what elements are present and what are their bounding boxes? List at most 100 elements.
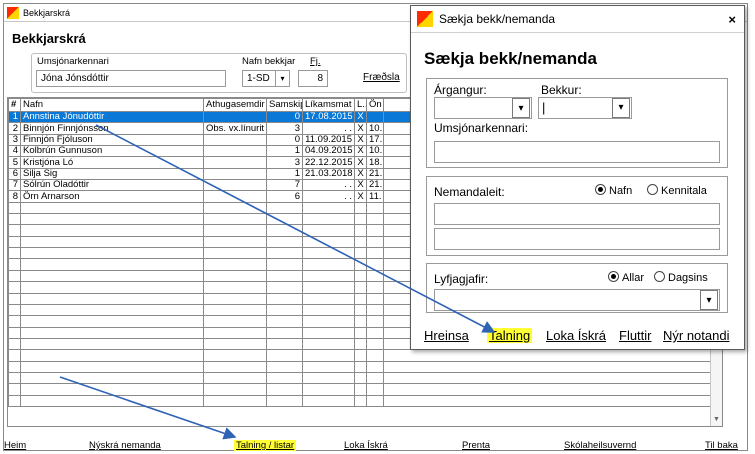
cell-on[interactable]: 21. (366, 179, 384, 192)
cell-empty[interactable] (8, 224, 21, 237)
chevron-down-icon[interactable]: ▾ (512, 98, 530, 118)
scroll-down-icon[interactable]: ▼ (711, 414, 722, 426)
cell-empty[interactable] (354, 224, 367, 237)
cell-empty[interactable] (20, 269, 204, 283)
cell-empty[interactable] (302, 201, 355, 215)
chevron-down-icon[interactable]: ▾ (612, 98, 630, 118)
cell-empty[interactable] (266, 349, 303, 362)
radio-kennitala[interactable]: Kennitala (647, 184, 707, 197)
cell-empty[interactable] (8, 360, 21, 373)
radio-selected-icon[interactable] (608, 271, 619, 282)
til-baka-link[interactable]: Til baka (705, 440, 738, 451)
cell-empty[interactable] (203, 394, 267, 407)
cell-empty[interactable] (203, 349, 267, 362)
cell-empty[interactable] (266, 269, 303, 283)
cell-empty[interactable] (383, 383, 712, 396)
cell-empty[interactable] (354, 371, 367, 385)
umsjon-input[interactable] (434, 141, 720, 163)
talning-listar-link[interactable]: Talning / listar (234, 440, 297, 451)
cell-empty[interactable] (203, 315, 267, 328)
cell-name[interactable]: Binnjón Finnjónsson (20, 122, 204, 135)
cell-empty[interactable] (203, 326, 267, 339)
cell-empty[interactable] (20, 360, 204, 373)
cell-empty[interactable] (266, 247, 303, 260)
cell-empty[interactable] (302, 258, 355, 271)
cell-empty[interactable] (20, 235, 204, 249)
loka-iskra-link[interactable]: Loka Ískrá (344, 440, 388, 451)
cell-n[interactable]: 2 (8, 122, 21, 135)
cell-empty[interactable] (20, 201, 204, 215)
prenta-link[interactable]: Prenta (462, 440, 490, 451)
chevron-down-icon[interactable]: ▾ (700, 290, 718, 310)
cell-empty[interactable] (203, 281, 267, 294)
nyr-notandi-link[interactable]: Nýr notandi (663, 328, 729, 343)
cell-sam[interactable]: 7 (266, 179, 303, 192)
cell-empty[interactable] (266, 281, 303, 294)
cell-empty[interactable] (203, 337, 267, 351)
cell-empty[interactable] (302, 315, 355, 328)
cell-empty[interactable] (366, 303, 384, 317)
cell-empty[interactable] (20, 337, 204, 351)
cell-empty[interactable] (354, 292, 367, 305)
cell-empty[interactable] (266, 235, 303, 249)
radio-allar[interactable]: Allar (608, 271, 644, 284)
cell-empty[interactable] (354, 201, 367, 215)
cell-empty[interactable] (383, 349, 712, 362)
cell-name[interactable]: Sólrún Óladóttir (20, 179, 204, 192)
cell-n[interactable]: 5 (8, 156, 21, 169)
cell-note[interactable] (203, 145, 267, 158)
cell-empty[interactable] (366, 235, 384, 249)
cell-n[interactable]: 4 (8, 145, 21, 158)
cell-on[interactable]: 18. (366, 156, 384, 169)
cell-n[interactable]: 8 (8, 190, 21, 203)
cell-sam[interactable]: 1 (266, 167, 303, 181)
col-header[interactable]: # (8, 98, 21, 112)
nemandaleit-input[interactable] (434, 203, 720, 225)
cell-n[interactable]: 7 (8, 179, 21, 192)
table-row-empty[interactable] (8, 349, 712, 362)
loka-iskra-dialog-link[interactable]: Loka Ískrá (546, 328, 606, 343)
table-row-empty[interactable] (8, 371, 712, 385)
cell-empty[interactable] (302, 213, 355, 226)
cell-sam[interactable]: 6 (266, 190, 303, 203)
cell-on[interactable]: 10. (366, 145, 384, 158)
class-select[interactable]: 1-SD ▾ (242, 70, 290, 87)
cell-empty[interactable] (203, 235, 267, 249)
cell-name[interactable]: Kolbrún Gunnuson (20, 145, 204, 158)
cell-n[interactable]: 3 (8, 133, 21, 147)
cell-name[interactable]: Örn Arnarson (20, 190, 204, 203)
cell-empty[interactable] (20, 258, 204, 271)
col-header[interactable]: Líkamsmat (302, 98, 355, 112)
cell-empty[interactable] (8, 258, 21, 271)
cell-l[interactable]: X (354, 156, 367, 169)
cell-empty[interactable] (354, 303, 367, 317)
cell-empty[interactable] (302, 303, 355, 317)
cell-empty[interactable] (8, 326, 21, 339)
cell-empty[interactable] (302, 326, 355, 339)
cell-empty[interactable] (366, 326, 384, 339)
cell-date[interactable]: 04.09.2015 (302, 145, 355, 158)
cell-note[interactable]: Obs. vx.línurit (203, 122, 267, 135)
cell-note[interactable] (203, 133, 267, 147)
col-header[interactable]: L... (354, 98, 367, 112)
cell-empty[interactable] (203, 224, 267, 237)
cell-empty[interactable] (203, 269, 267, 283)
radio-nafn[interactable]: Nafn (595, 184, 632, 197)
cell-date[interactable]: 17.08.2015 (302, 110, 355, 124)
cell-sam[interactable]: 1 (266, 145, 303, 158)
heim-link[interactable]: Heim (4, 440, 26, 451)
cell-empty[interactable] (20, 303, 204, 317)
cell-empty[interactable] (203, 201, 267, 215)
cell-sam[interactable]: 3 (266, 156, 303, 169)
cell-name[interactable]: Kristjóna Ló (20, 156, 204, 169)
cell-empty[interactable] (8, 213, 21, 226)
cell-sam[interactable]: 0 (266, 110, 303, 124)
col-header[interactable]: Athugasemdir (203, 98, 267, 112)
cell-empty[interactable] (20, 394, 204, 407)
cell-empty[interactable] (8, 201, 21, 215)
cell-empty[interactable] (266, 292, 303, 305)
chevron-down-icon[interactable]: ▾ (275, 71, 289, 86)
cell-empty[interactable] (354, 383, 367, 396)
radio-selected-icon[interactable] (595, 184, 606, 195)
cell-l[interactable]: X (354, 167, 367, 181)
